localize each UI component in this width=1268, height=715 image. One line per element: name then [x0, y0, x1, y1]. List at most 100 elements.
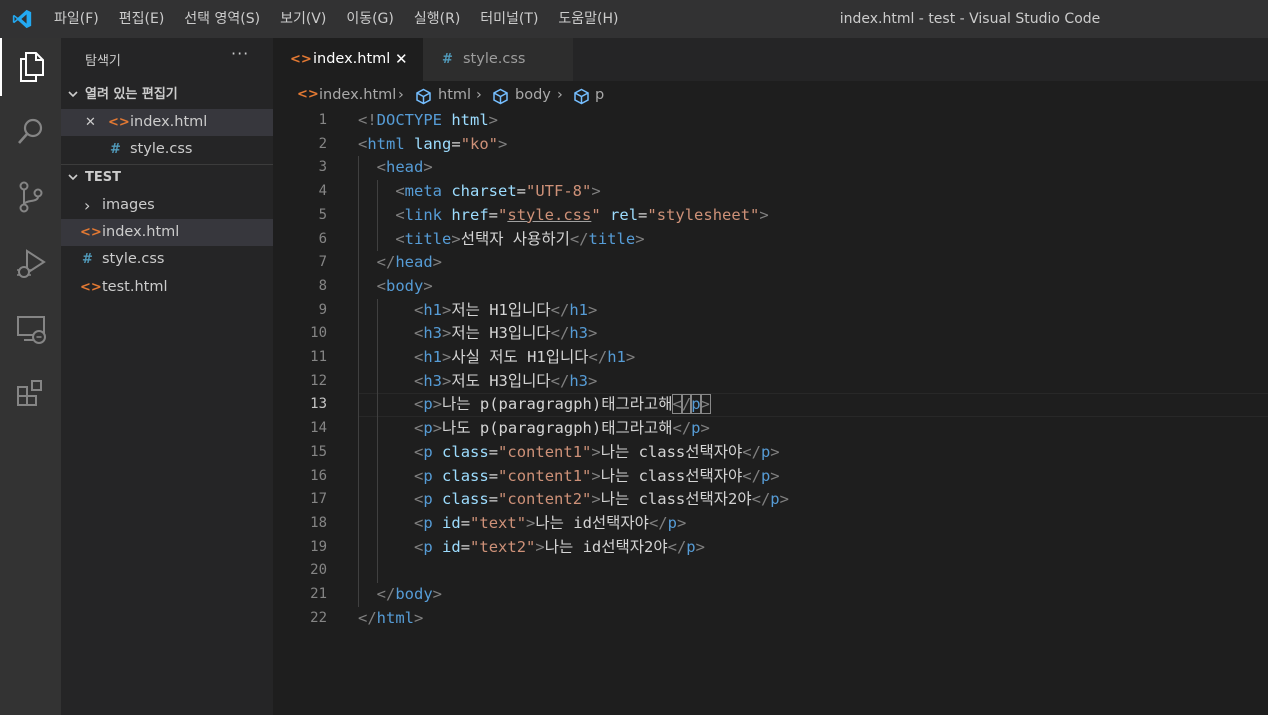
menu-item[interactable]: 이동(G)	[336, 0, 404, 38]
code-line[interactable]: <html lang="ko">	[358, 133, 507, 157]
breadcrumb-separator: ›	[476, 87, 482, 103]
folder-test-header[interactable]: TEST	[61, 165, 273, 191]
window-title: index.html - test - Visual Studio Code	[839, 11, 1101, 27]
code-token: 저는 H3입니다	[451, 324, 551, 343]
code-token: h3	[569, 324, 588, 343]
menu-item[interactable]: 터미널(T)	[470, 0, 548, 38]
menu-item[interactable]: 도움말(H)	[548, 0, 628, 38]
code-line[interactable]: </head>	[358, 251, 442, 275]
line-number: 12	[310, 372, 327, 389]
code-token: body	[386, 276, 424, 295]
code-line[interactable]: </html>	[358, 607, 423, 631]
search-icon[interactable]	[0, 102, 61, 160]
code-line[interactable]: <p id="text2">나는 id선택자2야</p>	[358, 536, 705, 560]
code-token: >	[591, 466, 601, 485]
code-line[interactable]: <!DOCTYPE html>	[358, 109, 498, 133]
line-number: 20	[310, 562, 327, 579]
code-line[interactable]: <p class="content1">나는 class선택자야</p>	[358, 441, 780, 465]
code-token: =	[516, 182, 527, 201]
line-number: 1	[318, 112, 327, 128]
code-token: "stylesheet"	[647, 205, 760, 224]
explorer-icon[interactable]	[0, 38, 61, 96]
code-token: >	[526, 513, 536, 532]
code-token: 나는 id선택자야	[535, 513, 649, 532]
code-token: </	[667, 537, 687, 556]
menu-item[interactable]: 선택 영역(S)	[174, 0, 270, 38]
source-control-icon[interactable]	[0, 168, 61, 226]
code-token: <	[414, 395, 424, 414]
close-icon[interactable]: ✕	[395, 38, 408, 81]
code-token: </	[751, 490, 771, 509]
code-token: "	[591, 205, 601, 224]
tab-index-html[interactable]: <> index.html ✕	[273, 38, 423, 81]
menu-item[interactable]: 편집(E)	[109, 0, 175, 38]
tree-item-test-html[interactable]: <> test.html	[61, 274, 273, 301]
open-editors-header[interactable]: 열려 있는 편집기	[61, 82, 273, 108]
breadcrumb-body[interactable]: body	[515, 81, 551, 109]
code-line[interactable]: <p id="text">나는 id선택자야</p>	[358, 512, 686, 536]
code-token: </	[648, 513, 668, 532]
code-token: class	[442, 466, 489, 485]
close-icon[interactable]: ✕	[85, 109, 96, 136]
breadcrumb-file[interactable]: index.html	[319, 81, 396, 109]
more-actions-icon[interactable]: ···	[231, 44, 249, 63]
open-editor-item-style-css[interactable]: # style.css	[61, 136, 273, 163]
code-line[interactable]: <h3>저도 H3입니다</h3>	[358, 370, 597, 394]
code-line[interactable]: <link href="style.css" rel="stylesheet">	[358, 204, 768, 228]
code-line[interactable]: <p class="content2">나는 class선택자2야</p>	[358, 488, 789, 512]
breadcrumb-html[interactable]: html	[438, 81, 471, 109]
extensions-icon[interactable]	[0, 364, 61, 422]
line-number: 16	[310, 467, 327, 484]
code-line[interactable]: </body>	[358, 583, 442, 607]
code-token: html	[376, 608, 414, 627]
code-line[interactable]: <head>	[358, 156, 433, 180]
breadcrumb-p[interactable]: p	[595, 81, 604, 109]
tree-item-style-css[interactable]: # style.css	[61, 246, 273, 273]
menu-item[interactable]: 파일(F)	[44, 0, 109, 38]
menu-item[interactable]: 보기(V)	[270, 0, 336, 38]
css-file-icon: #	[110, 142, 121, 157]
code-line[interactable]: <meta charset="UTF-8">	[358, 180, 600, 204]
remote-explorer-icon[interactable]	[0, 300, 61, 358]
code-line[interactable]: <h3>저는 H3입니다</h3>	[358, 322, 597, 346]
line-number: 7	[318, 254, 327, 271]
code-token: h1	[569, 300, 588, 319]
code-line[interactable]: <p>나는 p(paragragph)태그라고해</p>	[358, 393, 711, 417]
code-token: >	[591, 490, 601, 509]
code-line[interactable]: <h1>사실 저도 H1입니다</h1>	[358, 346, 635, 370]
code-token: "content1"	[498, 466, 592, 485]
code-token: <	[414, 371, 424, 390]
menu-item[interactable]: 실행(R)	[404, 0, 470, 38]
open-editor-item-index-html[interactable]: ✕ <> index.html	[61, 109, 273, 136]
code-token: "	[498, 205, 508, 224]
line-number: 2	[318, 135, 327, 152]
tab-style-css[interactable]: # style.css	[423, 38, 573, 81]
line-number: 21	[310, 586, 327, 602]
vscode-logo-icon[interactable]	[10, 8, 34, 30]
code-token: <	[414, 442, 424, 461]
code-token: <	[358, 134, 368, 153]
tree-item-images[interactable]: › images	[61, 192, 273, 219]
line-number: 6	[318, 230, 327, 247]
code-line[interactable]: <p class="content1">나는 class선택자야</p>	[358, 465, 780, 489]
code-line[interactable]: <title>선택자 사용하기</title>	[358, 228, 644, 252]
code-line[interactable]: <h1>저는 H1입니다</h1>	[358, 299, 597, 323]
code-line[interactable]: <body>	[358, 275, 433, 299]
code-token: </	[588, 348, 608, 366]
code-editor[interactable]: 1 2 3 4 5 6 7 8 9 10 11 12 13 14 15 16 17 18 19 20 21 22 <!DO…	[273, 109, 1268, 715]
tree-item-index-html[interactable]: <> index.html	[61, 219, 273, 246]
code-token: 저는 H1입니다	[451, 300, 551, 319]
code-token: "ko"	[460, 134, 499, 153]
code-line[interactable]: <p>나도 p(paragragph)태그라고해</p>	[358, 417, 710, 441]
line-number: 5	[318, 206, 327, 223]
code-token: <	[395, 205, 405, 224]
code-token: title	[404, 229, 452, 248]
run-debug-icon[interactable]	[0, 234, 61, 292]
code-token: >	[588, 324, 598, 343]
